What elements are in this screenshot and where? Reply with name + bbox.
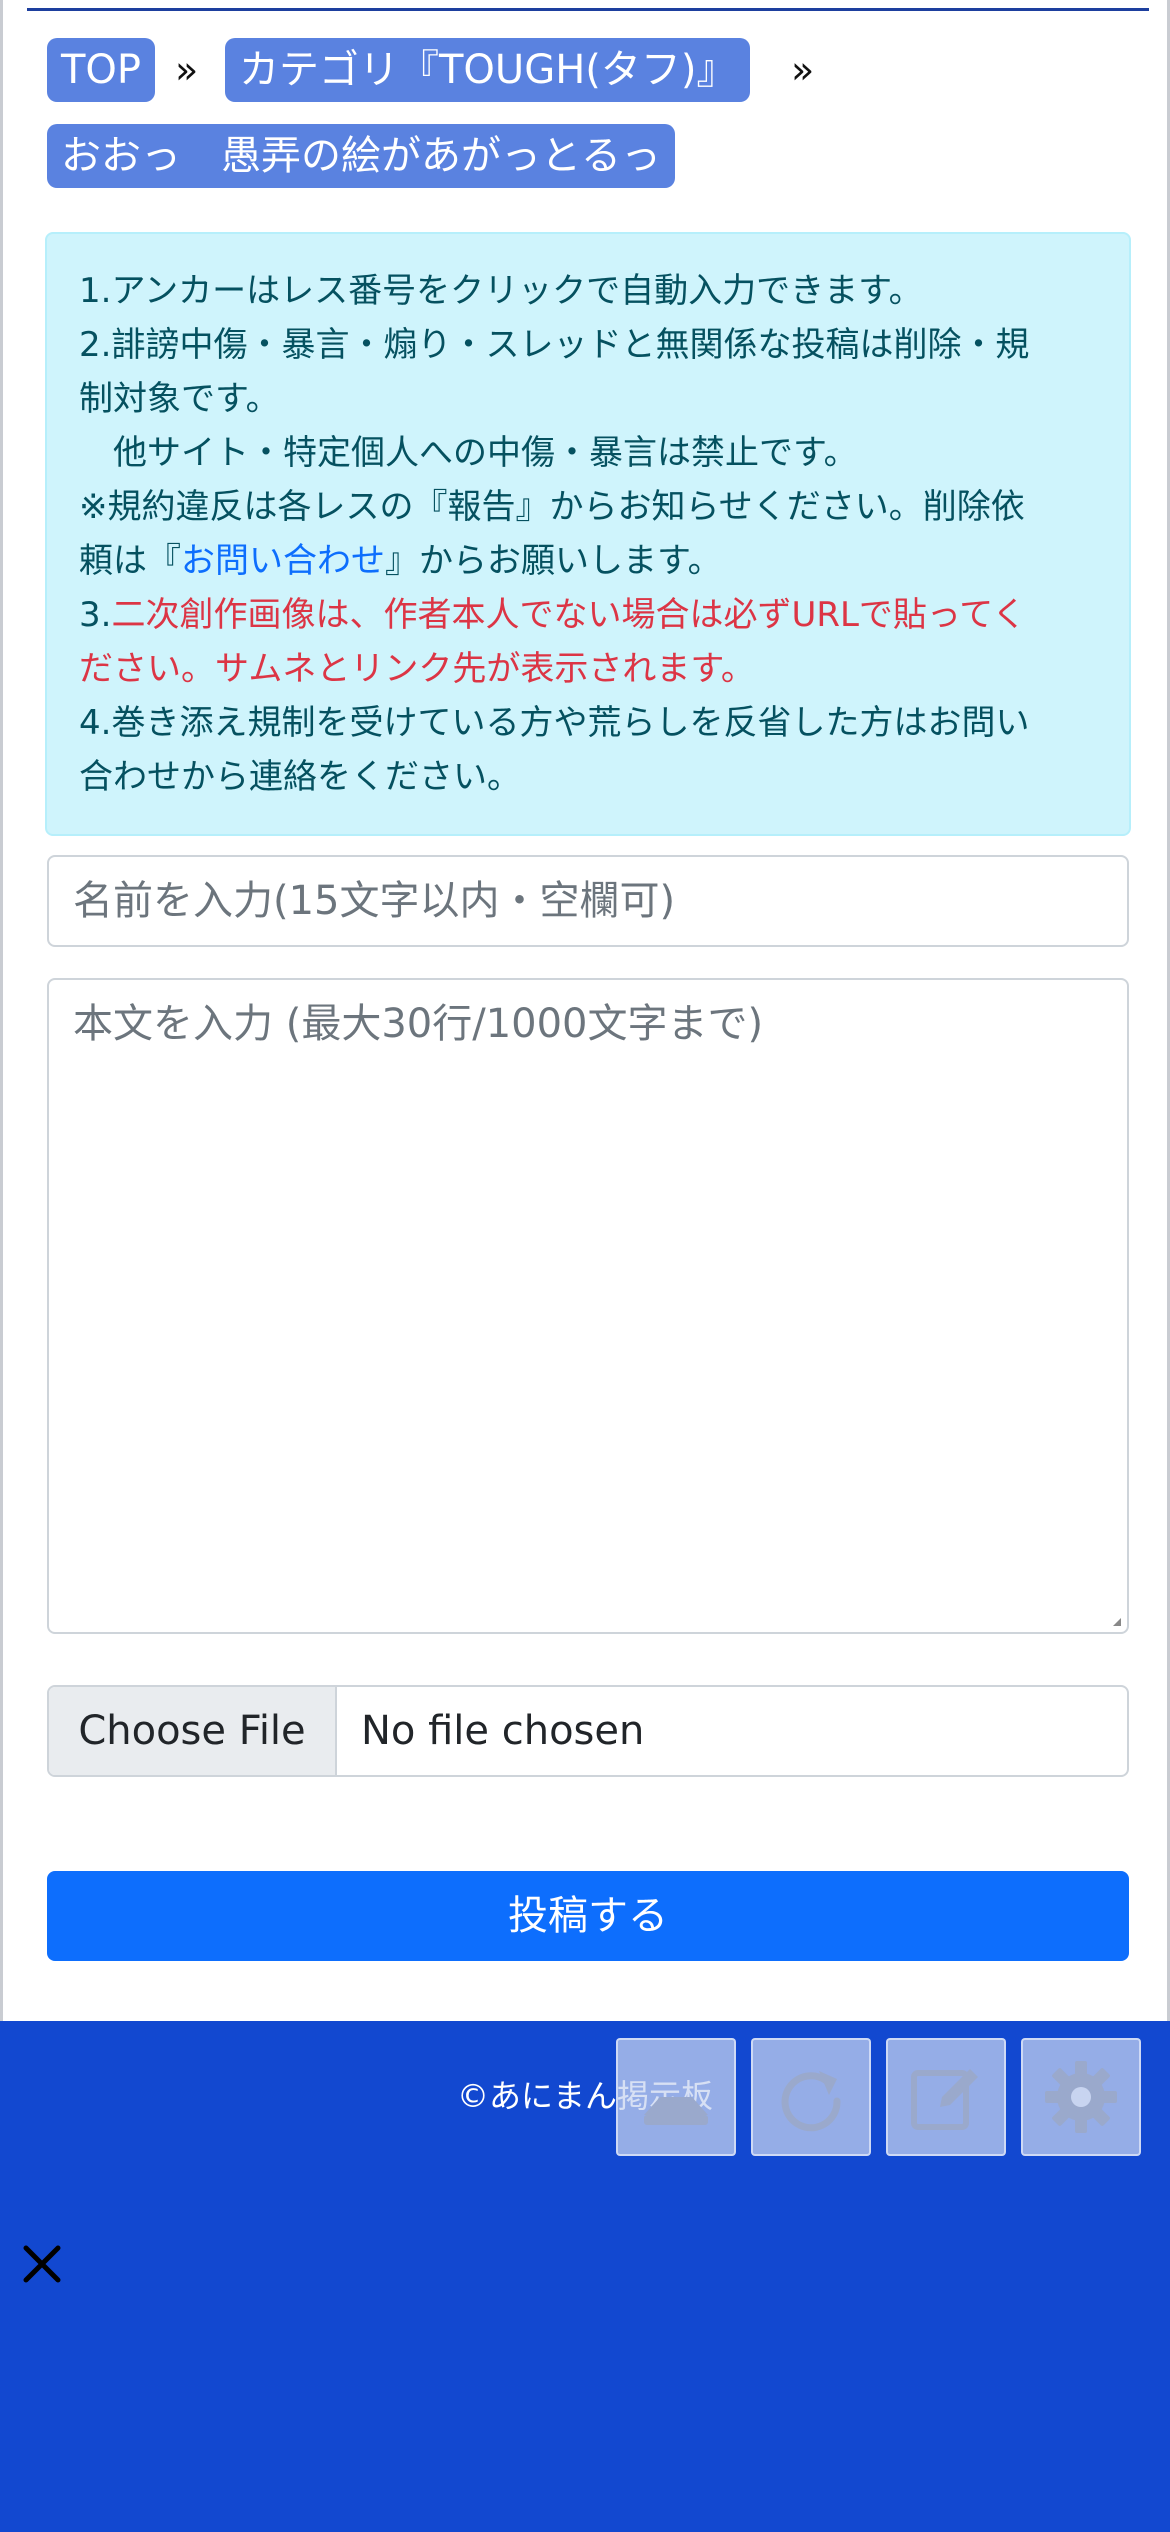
breadcrumb-category-link[interactable]: カテゴリ『TOUGH(タフ)』 [225, 38, 751, 102]
page-content: TOP » カテゴリ『TOUGH(タフ)』 » おおっ 愚弄の絵があがっとるっ … [0, 0, 1170, 2021]
notice-warning-text: 二次創作画像は、作者本人でない場合は必ずURLで貼ってく [111, 595, 1027, 635]
edit-icon [911, 2069, 978, 2130]
file-status: No file chosen [361, 1708, 645, 1754]
notice-line: ※規約違反は各レスの『報告』からお知らせください。削除依 [79, 487, 1025, 527]
notice-line: 2.誹謗中傷・暴言・煽り・スレッドと無関係な投稿は削除・規 [79, 325, 1030, 365]
breadcrumb-thread-link[interactable]: おおっ 愚弄の絵があがっとるっ [47, 124, 675, 188]
close-icon[interactable] [18, 2240, 66, 2288]
notice-line: 1.アンカーはレス番号をクリックで自動入力できます。 [79, 271, 923, 311]
notice-text: 頼は『 [79, 541, 181, 581]
notice-text: 』からお願いします。 [385, 541, 722, 581]
breadcrumb-separator: » [791, 48, 815, 92]
upload-button[interactable] [616, 2038, 736, 2156]
settings-button[interactable] [1021, 2038, 1141, 2156]
choose-file-button[interactable]: Choose File [49, 1687, 337, 1775]
gear-icon [1045, 2061, 1117, 2133]
resize-grip-icon[interactable] [1113, 1618, 1121, 1626]
body-placeholder: 本文を入力 (最大30行/1000文字まで) [73, 1001, 764, 1047]
notice-line: 合わせから連絡をください。 [79, 757, 521, 797]
file-input[interactable]: Choose File No file chosen [47, 1685, 1129, 1777]
upload-icon [644, 2097, 708, 2125]
name-placeholder: 名前を入力(15文字以内・空欄可) [73, 878, 676, 924]
name-input[interactable]: 名前を入力(15文字以内・空欄可) [47, 855, 1129, 947]
contact-link[interactable]: お問い合わせ [181, 541, 385, 581]
notice-line: 他サイト・特定個人への中傷・暴言は禁止です。 [79, 433, 858, 473]
refresh-button[interactable] [751, 2038, 871, 2156]
breadcrumb-top-link[interactable]: TOP [47, 38, 156, 102]
breadcrumb-separator: » [175, 48, 199, 92]
body-textarea[interactable]: 本文を入力 (最大30行/1000文字まで) [47, 978, 1129, 1634]
rules-notice: 1.アンカーはレス番号をクリックで自動入力できます。 2.誹謗中傷・暴言・煽り・… [45, 232, 1131, 836]
notice-warning-text: ださい。サムネとリンク先が表示されます。 [79, 649, 755, 689]
submit-button[interactable]: 投稿する [47, 1871, 1129, 1961]
notice-line: 3.二次創作画像は、作者本人でない場合は必ずURLで貼ってく [79, 588, 1087, 642]
notice-line: 頼は『お問い合わせ』からお願いします。 [79, 534, 1087, 588]
top-divider [27, 8, 1149, 11]
notice-number: 3. [79, 595, 112, 635]
edit-button[interactable] [886, 2038, 1006, 2156]
notice-line: 4.巻き添え規制を受けている方や荒らしを反省した方はお問い [79, 703, 1030, 743]
notice-line: 制対象です。 [79, 379, 280, 419]
refresh-icon [781, 2071, 841, 2132]
